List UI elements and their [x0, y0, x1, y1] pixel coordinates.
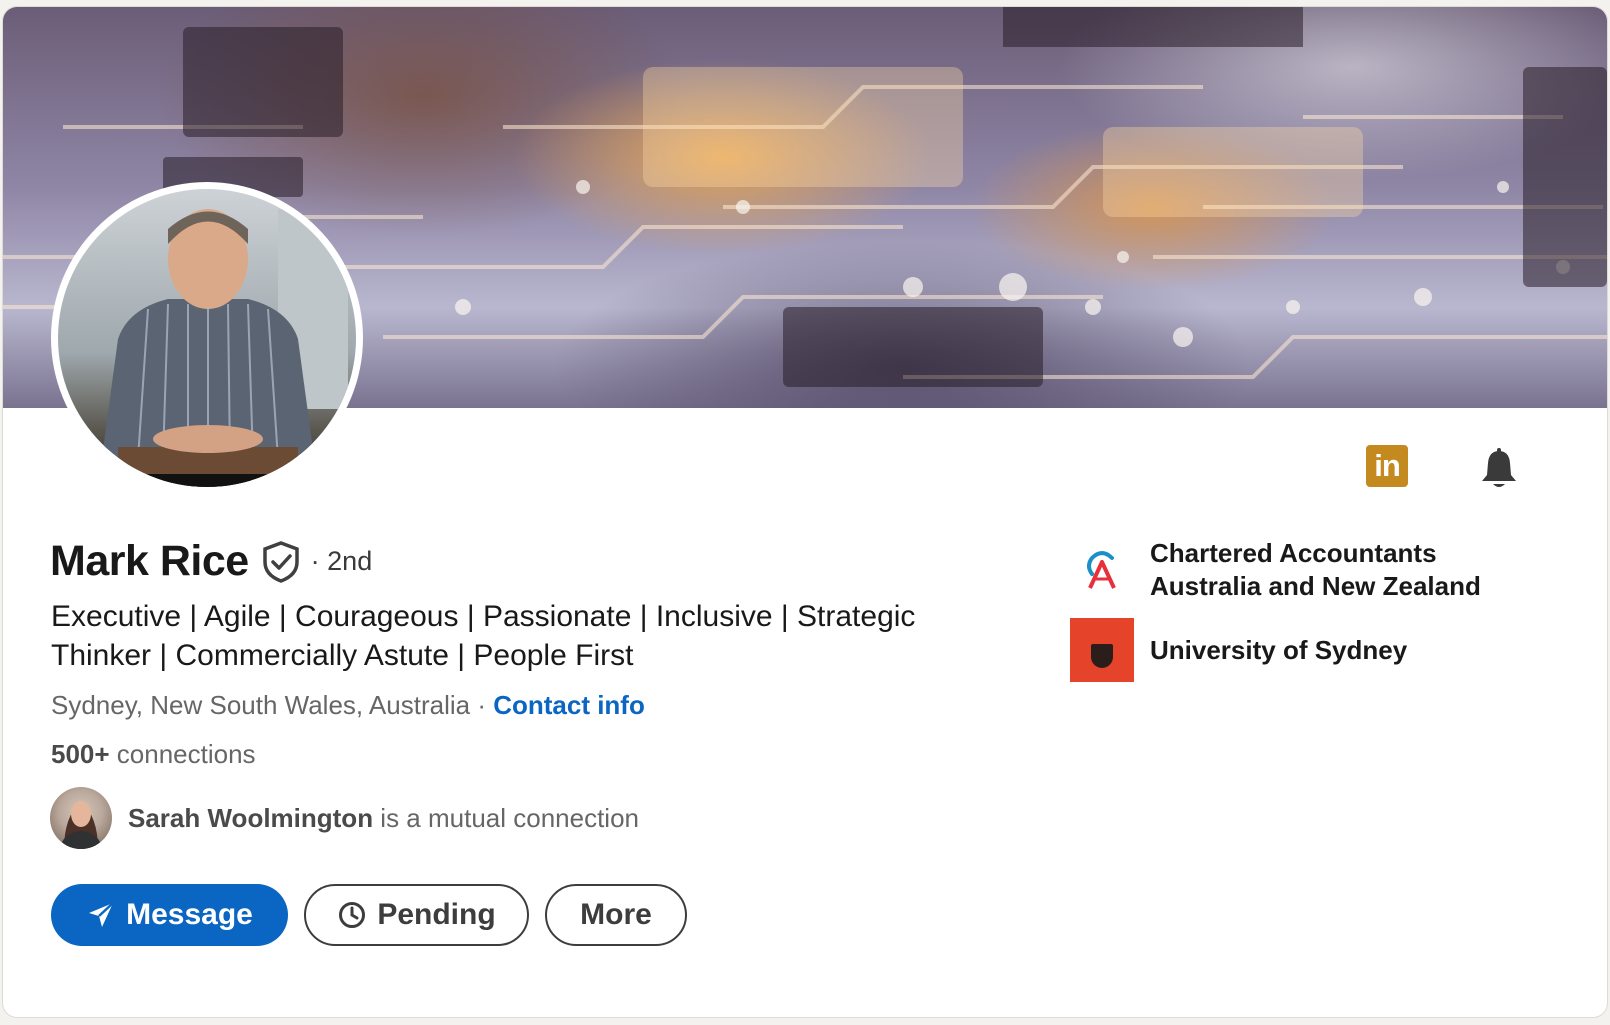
location-row: Sydney, New South Wales, Australia · Con… — [51, 690, 645, 721]
profile-name-row: Mark Rice · 2nd — [50, 537, 372, 586]
connections-count[interactable]: 500+ connections — [51, 739, 256, 770]
location-separator: · — [470, 690, 494, 720]
mutual-connection-avatar[interactable] — [50, 787, 112, 849]
profile-actions: Message Pending More — [51, 884, 687, 946]
bell-icon[interactable] — [1477, 447, 1521, 491]
org-item-caanz[interactable]: Chartered Accountants Australia and New … — [1070, 537, 1530, 603]
org-name: Chartered Accountants Australia and New … — [1150, 538, 1481, 601]
mutual-connection-suffix: is a mutual connection — [373, 802, 640, 833]
connections-label: connections — [109, 739, 256, 769]
more-button[interactable]: More — [545, 884, 687, 946]
caanz-logo-mark — [1087, 551, 1116, 589]
org-item-university-of-sydney[interactable]: University of Sydney — [1070, 618, 1530, 682]
profile-headline: Executive | Agile | Courageous | Passion… — [51, 600, 916, 672]
profile-photo[interactable] — [51, 182, 363, 494]
person-silhouette — [60, 801, 102, 849]
message-button[interactable]: Message — [51, 884, 288, 946]
pending-button-label: Pending — [377, 898, 496, 931]
mutual-connection-text: Sarah Woolmington is a mutual connection — [128, 803, 639, 834]
university-of-sydney-logo — [1070, 618, 1134, 682]
profile-location: Sydney, New South Wales, Australia — [51, 690, 471, 720]
contact-info-link[interactable]: Contact info — [493, 690, 645, 720]
person-silhouette — [58, 209, 356, 487]
mutual-connection-name[interactable]: Sarah Woolmington — [128, 803, 373, 833]
profile-photo-image — [58, 189, 356, 487]
org-name: University of Sydney — [1150, 634, 1408, 665]
clock-icon — [339, 902, 366, 928]
message-button-label: Message — [126, 898, 253, 931]
connections-number: 500+ — [51, 739, 110, 769]
more-button-label: More — [580, 898, 652, 931]
profile-name: Mark Rice — [50, 537, 249, 585]
verified-shield-icon[interactable] — [261, 540, 301, 584]
connection-degree: · 2nd — [310, 546, 373, 576]
send-icon — [89, 902, 114, 927]
linkedin-icon[interactable]: in — [1366, 445, 1408, 487]
crest-icon — [1091, 644, 1113, 668]
profile-card: in Mark Rice · 2nd Executive | Agile | C… — [3, 7, 1607, 1017]
caanz-logo — [1070, 538, 1134, 602]
pending-button[interactable]: Pending — [304, 884, 529, 946]
mutual-connection-row[interactable]: Sarah Woolmington is a mutual connection — [50, 787, 639, 849]
